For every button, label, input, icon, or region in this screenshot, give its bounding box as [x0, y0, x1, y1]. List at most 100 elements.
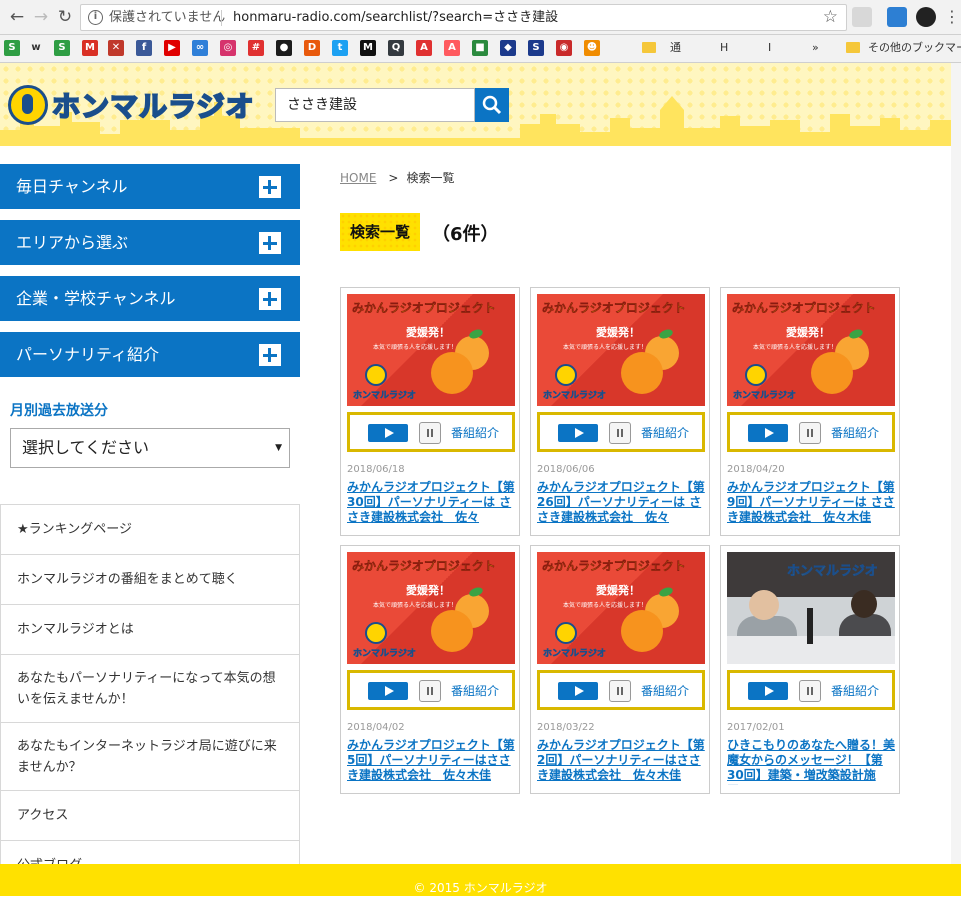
dog-icon[interactable]: ☻ [584, 40, 600, 56]
twitter-icon[interactable]: t [332, 40, 348, 56]
ticket-icon[interactable]: ◆ [500, 40, 516, 56]
site-search-input[interactable]: ささき建設 [275, 88, 475, 122]
plus-icon[interactable] [259, 344, 281, 366]
card-title-link[interactable]: みかんラジオプロジェクト【第9回】パーソナリティーは ささき建設株式会社 佐々木… [727, 480, 895, 527]
x-icon[interactable]: ✕ [108, 40, 124, 56]
facebook-icon[interactable]: f [136, 40, 152, 56]
extension-icon[interactable] [916, 7, 936, 27]
bookmark-folder-label[interactable]: 通 [670, 40, 681, 56]
s-icon[interactable]: S [4, 40, 20, 56]
extension-icon[interactable] [852, 7, 872, 27]
breadcrumb-separator: > [388, 171, 399, 185]
m-icon[interactable]: M [360, 40, 376, 56]
program-intro-link[interactable]: 番組紹介 [831, 424, 879, 441]
hashtag-icon[interactable]: # [248, 40, 264, 56]
play-button[interactable] [558, 682, 598, 700]
program-thumbnail[interactable]: みかんラジオプロジェクト 愛媛発！ 本気で頑張る人を応援します！ ホンマルラジオ [537, 552, 705, 664]
app-icon[interactable]: ● [276, 40, 292, 56]
camera-icon[interactable]: ◉ [556, 40, 572, 56]
card-title-link[interactable]: みかんラジオプロジェクト【第26回】パーソナリティーは ささき建設株式会社 佐々 [537, 480, 705, 527]
pause-button[interactable] [419, 422, 441, 444]
play-button[interactable] [558, 424, 598, 442]
program-thumbnail[interactable]: みかんラジオプロジェクト 愛媛発！ 本気で頑張る人を応援します！ ホンマルラジオ [347, 294, 515, 406]
w-icon[interactable]: w [28, 40, 44, 56]
bookmark-folder-icon[interactable] [642, 42, 656, 53]
pause-button[interactable] [609, 680, 631, 702]
url-text[interactable]: honmaru-radio.com/searchlist/?search=ささき… [233, 5, 558, 30]
program-intro-link[interactable]: 番組紹介 [451, 424, 499, 441]
sidebar-link-listen-all[interactable]: ホンマルラジオの番組をまとめて聴く [1, 555, 299, 605]
card-title-link[interactable]: みかんラジオプロジェクト【第2回】パーソナリティーはささき建設株式会社 佐々木佳 [537, 738, 705, 785]
menu-daily-channel[interactable]: 毎日チャンネル [0, 164, 300, 209]
menu-personality[interactable]: パーソナリティ紹介 [0, 332, 300, 377]
infinity-icon[interactable]: ∞ [192, 40, 208, 56]
results-count: （6件） [432, 224, 499, 245]
play-button[interactable] [748, 682, 788, 700]
menu-label: パーソナリティ紹介 [16, 345, 160, 364]
thumb-title: みかんラジオプロジェクト [732, 301, 876, 315]
menu-company-school[interactable]: 企業・学校チャンネル [0, 276, 300, 321]
play-button[interactable] [368, 682, 408, 700]
other-bookmarks-label[interactable]: その他のブックマーク [868, 40, 961, 56]
gmail-icon[interactable]: M [82, 40, 98, 56]
bookmark-folder-label[interactable]: H [720, 40, 728, 56]
program-intro-link[interactable]: 番組紹介 [641, 424, 689, 441]
pause-button[interactable] [609, 422, 631, 444]
microphone-icon [807, 608, 813, 644]
program-intro-link[interactable]: 番組紹介 [451, 682, 499, 699]
program-thumbnail[interactable]: みかんラジオプロジェクト 愛媛発！ 本気で頑張る人を応援します！ ホンマルラジオ [727, 294, 895, 406]
bookmark-folder-label[interactable]: I [768, 40, 771, 56]
menu-area[interactable]: エリアから選ぶ [0, 220, 300, 265]
chevron-more-icon[interactable]: » [812, 40, 819, 56]
program-thumbnail[interactable]: みかんラジオプロジェクト 愛媛発！ 本気で頑張る人を応援します！ ホンマルラジオ [537, 294, 705, 406]
pause-button[interactable] [419, 680, 441, 702]
airbnb-icon[interactable]: A [444, 40, 460, 56]
play-button[interactable] [368, 424, 408, 442]
search-button[interactable] [475, 88, 509, 122]
scrollbar[interactable] [951, 63, 961, 864]
plus-icon[interactable] [259, 288, 281, 310]
plus-icon[interactable] [259, 232, 281, 254]
card-date: 2018/03/22 [537, 722, 595, 733]
program-intro-link[interactable]: 番組紹介 [641, 682, 689, 699]
audio-player: 番組紹介 [537, 670, 705, 710]
bookmark-star-icon[interactable]: ☆ [823, 5, 838, 30]
s2-icon[interactable]: S [54, 40, 70, 56]
sidebar-link-about[interactable]: ホンマルラジオとは [1, 605, 299, 655]
card-icon[interactable]: ■ [472, 40, 488, 56]
plus-icon[interactable] [259, 176, 281, 198]
sidebar-link-ranking[interactable]: ★ランキングページ [1, 505, 299, 555]
info-icon[interactable]: i [88, 10, 103, 25]
breadcrumb-home[interactable]: HOME [340, 171, 376, 185]
sidebar-link-visit[interactable]: あなたもインターネットラジオ局に遊びに来ませんか？ [1, 723, 299, 791]
address-bar[interactable]: i 保護されていません honmaru-radio.com/searchlist… [80, 4, 847, 31]
extension-icon[interactable] [887, 7, 907, 27]
program-intro-link[interactable]: 番組紹介 [831, 682, 879, 699]
results-heading: 検索一覧 [340, 213, 420, 251]
adobe-icon[interactable]: A [416, 40, 432, 56]
program-thumbnail[interactable]: みかんラジオプロジェクト 愛媛発！ 本気で頑張る人を応援します！ ホンマルラジオ [347, 552, 515, 664]
card-title-link[interactable]: ひきこもりのあなたへ贈る！美魔女からのメッセージ！【第30回】建築・増改築設計施… [727, 738, 895, 785]
thumb-sub: 愛媛発！ [596, 326, 640, 339]
card-title-link[interactable]: みかんラジオプロジェクト【第5回】パーソナリティーはささき建設株式会社 佐々木佳 [347, 738, 515, 785]
card-title-link[interactable]: みかんラジオプロジェクト【第30回】パーソナリティーは ささき建設株式会社 佐々 [347, 480, 515, 527]
site-logo[interactable]: ホンマルラジオ [8, 83, 254, 127]
d-icon[interactable]: D [304, 40, 320, 56]
sidebar-link-become-personality[interactable]: あなたもパーソナリティーになって本気の想いを伝えませんか！ [1, 655, 299, 723]
forward-icon[interactable]: → [30, 6, 52, 28]
instagram-icon[interactable]: ◎ [220, 40, 236, 56]
back-icon[interactable]: ← [6, 6, 28, 28]
pause-button[interactable] [799, 680, 821, 702]
sbi-icon[interactable]: S [528, 40, 544, 56]
search-icon[interactable]: Q [388, 40, 404, 56]
other-bookmarks-folder-icon[interactable] [846, 42, 860, 53]
archive-month-select[interactable]: 選択してください ▼ [10, 428, 290, 468]
play-button[interactable] [748, 424, 788, 442]
program-thumbnail[interactable]: ホンマルラジオ [727, 552, 895, 664]
youtube-icon[interactable]: ▶ [164, 40, 180, 56]
card-date: 2018/06/06 [537, 464, 595, 475]
menu-icon[interactable]: ⋮ [944, 7, 960, 27]
sidebar-link-access[interactable]: アクセス [1, 791, 299, 841]
reload-icon[interactable]: ↻ [54, 6, 76, 28]
pause-button[interactable] [799, 422, 821, 444]
